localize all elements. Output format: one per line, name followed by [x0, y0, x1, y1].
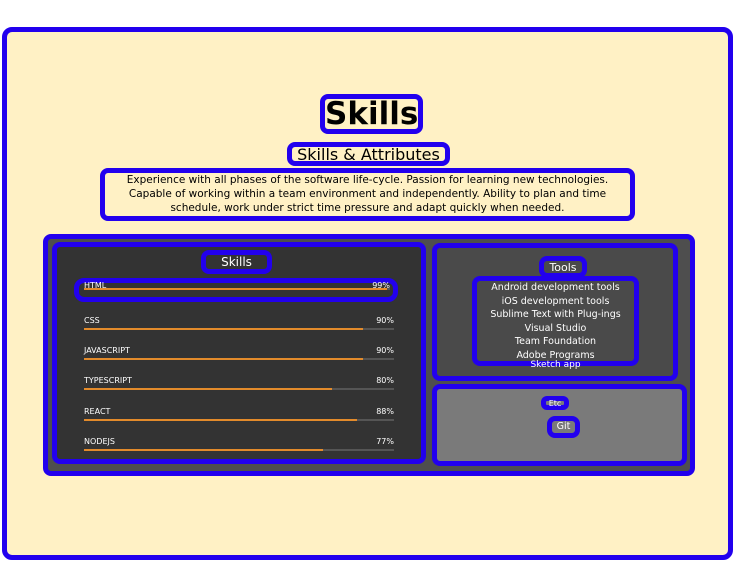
skill-bar-fill	[84, 358, 363, 360]
skill-row-typescript: TYPESCRIPT 80%	[84, 374, 394, 398]
tools-heading: Tools	[539, 256, 587, 278]
skill-bar-fill	[84, 449, 323, 451]
tool-item: Android development tools	[491, 282, 620, 293]
skill-name: TYPESCRIPT	[84, 376, 132, 385]
intro-paragraph: Experience with all phases of the softwa…	[100, 168, 635, 221]
tool-item: iOS development tools	[501, 295, 610, 307]
skill-bar-track	[84, 449, 394, 451]
skill-percent: 90%	[376, 346, 394, 355]
skill-bar-track	[84, 358, 394, 360]
skill-row-nodejs: NODEJS 77%	[84, 435, 394, 459]
skill-name: REACT	[84, 407, 111, 416]
skill-row-react: REACT 88%	[84, 405, 394, 429]
tool-item: Visual Studio	[524, 322, 587, 334]
skill-bar-fill	[84, 388, 332, 390]
skill-bar-track	[84, 419, 394, 421]
skill-bar-track	[84, 288, 390, 290]
skill-bar-fill	[84, 419, 357, 421]
etc-heading: Etc	[541, 396, 569, 410]
tool-item: Team Foundation	[514, 336, 597, 347]
etc-item: Git	[547, 416, 580, 438]
skill-bar-track	[84, 388, 394, 390]
tools-list: Android development tools iOS developmen…	[472, 276, 639, 366]
skill-row-javascript: JAVASCRIPT 90%	[84, 344, 394, 368]
tool-item-overflow: Sketch app	[530, 360, 581, 370]
skill-bar-fill	[84, 288, 387, 290]
skill-row-css: CSS 90%	[84, 314, 394, 338]
skill-percent: 80%	[376, 376, 394, 385]
page-title: Skills	[320, 94, 423, 134]
skill-name: NODEJS	[84, 437, 115, 446]
skill-percent: 88%	[376, 407, 394, 416]
skills-heading: Skills	[201, 250, 272, 274]
page-subtitle: Skills & Attributes	[287, 142, 450, 166]
skill-percent: 77%	[376, 437, 394, 446]
tool-item: Sublime Text with Plug-ings	[490, 309, 621, 320]
skill-percent: 90%	[376, 316, 394, 325]
skill-name: JAVASCRIPT	[84, 346, 130, 355]
skill-row-html: HTML 99%	[74, 278, 398, 302]
skill-bar-track	[84, 328, 394, 330]
skill-name: CSS	[84, 316, 100, 325]
skill-bar-fill	[84, 328, 363, 330]
